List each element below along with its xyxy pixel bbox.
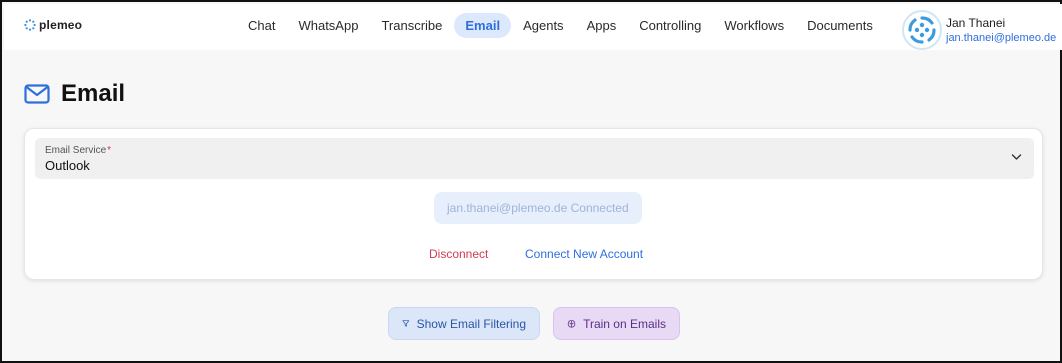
required-marker: *	[107, 145, 112, 156]
user-name: Jan Thanei	[946, 15, 1006, 30]
top-navigation-bar: plemeo Chat WhatsApp Transcribe Email Agents…	[4, 4, 1062, 50]
nav-item-whatsapp[interactable]: WhatsApp	[287, 13, 369, 38]
email-service-select[interactable]: Email Service* Outlook	[35, 138, 1034, 179]
avatar[interactable]	[902, 10, 942, 50]
nav-item-controlling[interactable]: Controlling	[628, 13, 712, 38]
page-header: Email	[24, 80, 125, 108]
email-service-card: Email Service* Outlook jan.thanei@plemeo…	[24, 128, 1043, 280]
user-email[interactable]: jan.thanei@plemeo.de	[946, 31, 1056, 45]
email-service-label-text: Email Service	[45, 145, 107, 156]
filter-icon	[402, 320, 410, 327]
nav-item-chat[interactable]: Chat	[237, 13, 286, 38]
email-service-label: Email Service*	[45, 145, 111, 156]
mail-icon	[24, 84, 50, 104]
app-window: plemeo Chat WhatsApp Transcribe Email Agents…	[0, 0, 1062, 363]
brain-icon	[567, 319, 576, 328]
plemeo-logo-icon	[24, 19, 36, 31]
nav-item-transcribe[interactable]: Transcribe	[370, 13, 453, 38]
nav-item-workflows[interactable]: Workflows	[713, 13, 795, 38]
user-profile[interactable]: Jan Thanei jan.thanei@plemeo.de	[902, 10, 1056, 50]
email-service-value: Outlook	[45, 158, 90, 173]
connection-status-badge: jan.thanei@plemeo.de Connected	[434, 192, 642, 224]
show-email-filtering-label: Show Email Filtering	[416, 316, 526, 331]
nav-item-documents[interactable]: Documents	[796, 13, 884, 38]
nav-item-agents[interactable]: Agents	[512, 13, 574, 38]
nav-item-email[interactable]: Email	[454, 13, 512, 38]
user-info: Jan Thanei jan.thanei@plemeo.de	[946, 16, 1056, 45]
brand-logo[interactable]: plemeo	[24, 18, 82, 32]
train-on-emails-button[interactable]: Train on Emails	[553, 307, 680, 340]
train-on-emails-label: Train on Emails	[583, 316, 666, 331]
connect-new-account-button[interactable]: Connect New Account	[525, 247, 643, 261]
brand-name: plemeo	[39, 18, 83, 32]
page-title: Email	[61, 80, 126, 107]
user-avatar-icon	[908, 16, 936, 44]
show-email-filtering-button[interactable]: Show Email Filtering	[388, 307, 540, 340]
chevron-down-icon[interactable]	[1011, 153, 1022, 161]
nav-item-apps[interactable]: Apps	[576, 13, 628, 38]
main-nav: Chat WhatsApp Transcribe Email Agents Apps Con…	[237, 13, 885, 38]
disconnect-button[interactable]: Disconnect	[429, 247, 488, 261]
